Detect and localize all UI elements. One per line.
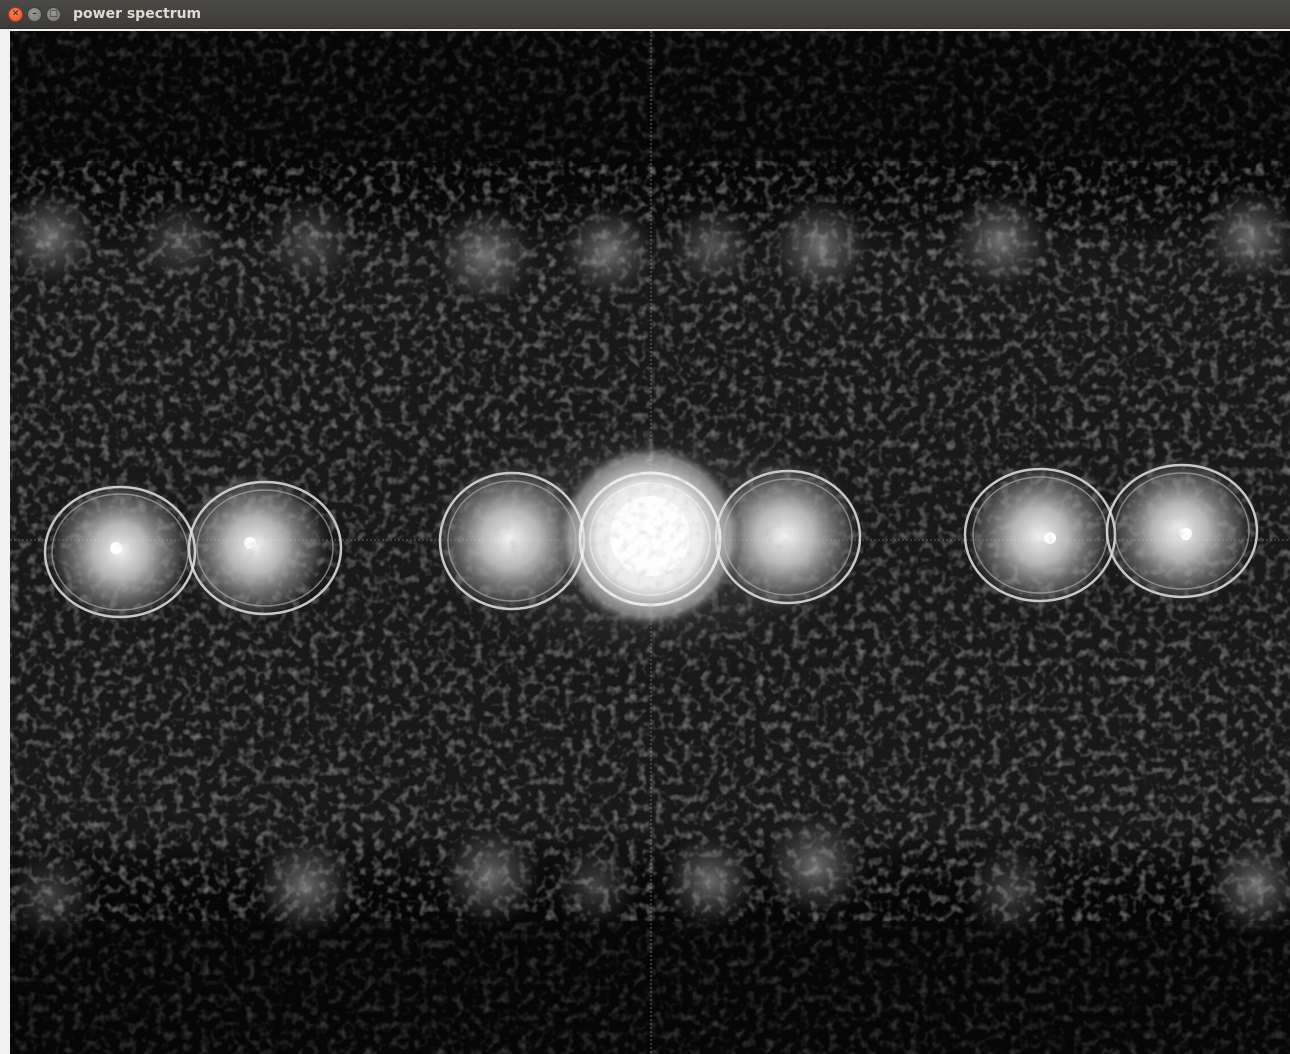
power-spectrum-canvas[interactable] — [10, 31, 1290, 1054]
title-bar[interactable]: ✕ – □ power spectrum — [0, 0, 1290, 29]
minimize-icon[interactable]: – — [27, 7, 42, 22]
maximize-icon[interactable]: □ — [46, 7, 61, 22]
window-title: power spectrum — [73, 6, 202, 22]
power-spectrum-image — [10, 31, 1290, 1054]
close-icon[interactable]: ✕ — [8, 7, 23, 22]
app-window: ✕ – □ power spectrum — [0, 0, 1290, 1054]
